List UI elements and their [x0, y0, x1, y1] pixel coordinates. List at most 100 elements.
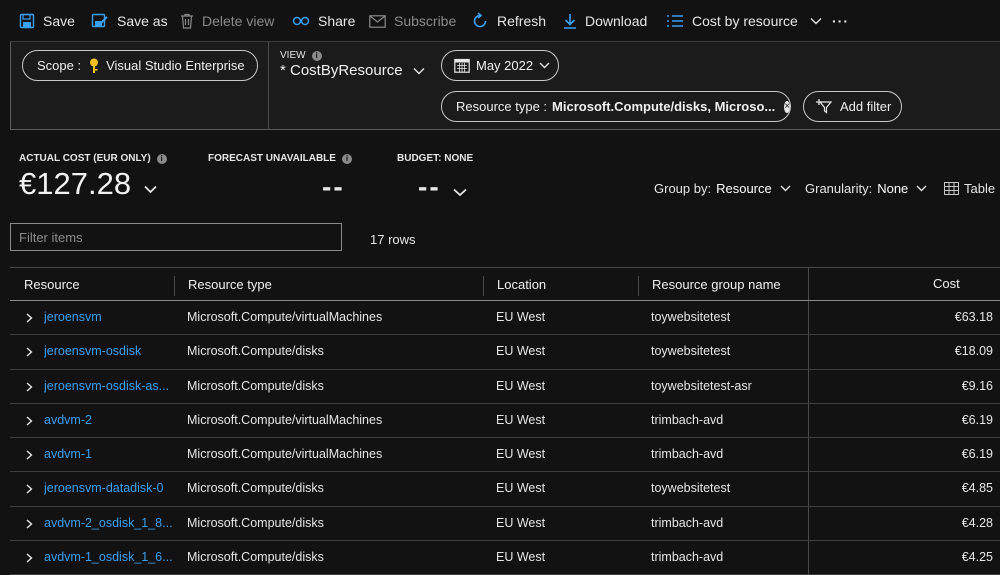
granularity-dropdown[interactable]: Granularity: None — [805, 181, 927, 196]
column-header-resource-type[interactable]: Resource type — [188, 268, 272, 300]
cost-cell: €9.16 — [961, 378, 993, 393]
cost-cell: €6.19 — [961, 447, 993, 462]
row-count: 17 rows — [370, 232, 416, 247]
resource-name-link[interactable]: avdvm-1_osdisk_1_6... — [44, 541, 172, 574]
group-by-dropdown[interactable]: Group by: Resource — [654, 181, 791, 196]
column-header-cost[interactable]: Cost — [933, 268, 960, 300]
column-header-resource-group[interactable]: Resource group name — [652, 268, 781, 300]
chevron-down-icon — [413, 67, 425, 74]
remove-filter-icon[interactable]: × — [784, 100, 791, 113]
table-row[interactable]: jeroensvm-osdisk Microsoft.Compute/disks E… — [10, 335, 1000, 370]
table-row[interactable]: avdvm-2 Microsoft.Compute/virtualMachines… — [10, 403, 1000, 439]
budget-label: BUDGET: NONE — [397, 153, 473, 164]
scope-pill[interactable]: Scope : Visual Studio Enterprise — [22, 50, 258, 81]
command-bar: Save Save as Delete view Share Subscribe… — [0, 0, 1000, 42]
resource-type-cell: Microsoft.Compute/virtualMachines — [187, 310, 383, 324]
forecast-label-text: FORECAST UNAVAILABLE — [208, 153, 336, 164]
column-header-resource[interactable]: Resource — [24, 268, 80, 300]
chevron-right-icon[interactable] — [26, 519, 33, 529]
resource-type-filter-pill[interactable]: Resource type : Microsoft.Compute/disks,… — [441, 91, 791, 122]
chevron-right-icon[interactable] — [26, 382, 33, 392]
location-cell: EU West — [496, 412, 546, 427]
resource-name-link[interactable]: avdvm-1 — [44, 438, 172, 471]
chevron-right-icon[interactable] — [26, 313, 33, 323]
resource-type-cell: Microsoft.Compute/disks — [187, 550, 324, 565]
subscribe-button[interactable]: Subscribe — [369, 0, 456, 42]
download-button[interactable]: Download — [563, 0, 647, 42]
actual-cost-label: ACTUAL COST (EUR ONLY) i — [19, 153, 167, 164]
resource-name-link[interactable]: jeroensvm-osdisk — [44, 335, 172, 368]
resource-name-link[interactable]: jeroensvm-datadisk-0 — [44, 472, 172, 505]
refresh-button[interactable]: Refresh — [471, 0, 546, 42]
add-filter-button[interactable]: Add filter — [803, 91, 902, 122]
save-label: Save — [43, 13, 75, 29]
resource-group-cell: trimbach-avd — [651, 447, 724, 462]
resource-name-link[interactable]: avdvm-2 — [44, 404, 172, 437]
table-row[interactable]: jeroensvm Microsoft.Compute/virtualMachin… — [10, 301, 1000, 336]
location-cell: EU West — [496, 515, 546, 530]
chevron-right-icon[interactable] — [26, 347, 33, 357]
group-by-value: Resource — [716, 181, 772, 196]
chevron-down-icon — [539, 62, 550, 69]
table-row[interactable]: avdvm-1 Microsoft.Compute/virtualMachines… — [10, 438, 1000, 473]
cost-table: Resource Resource type Location Resource… — [10, 267, 1000, 575]
column-divider — [808, 369, 809, 403]
forecast-label: FORECAST UNAVAILABLE i — [208, 153, 352, 164]
chevron-right-icon[interactable] — [26, 484, 33, 495]
info-icon: i — [311, 50, 322, 61]
cost-cell: €4.25 — [961, 550, 993, 565]
date-picker-pill[interactable]: May 2022 — [441, 50, 559, 81]
resource-group-cell: toywebsitetest — [651, 344, 731, 359]
chevron-right-icon[interactable] — [26, 416, 33, 426]
filter-items-input[interactable] — [10, 223, 342, 251]
table-label: Table — [964, 181, 996, 196]
table-row[interactable]: jeroensvm-osdisk-as... Microsoft.Compute/… — [10, 369, 1000, 404]
resource-group-cell: trimbach-avd — [651, 412, 724, 427]
budget-label-text: BUDGET: NONE — [397, 153, 474, 164]
more-options-button[interactable]: ··· — [832, 0, 849, 42]
more-icon: ··· — [832, 13, 849, 29]
share-label: Share — [318, 13, 356, 29]
share-button[interactable]: Share — [292, 0, 355, 42]
actual-cost-amount: €127.28 — [19, 166, 132, 201]
resource-name-link[interactable]: avdvm-2_osdisk_1_8... — [44, 507, 172, 540]
actual-cost-value[interactable]: €127.28 — [19, 166, 157, 202]
table-row[interactable]: avdvm-1_osdisk_1_6... Microsoft.Compute/d… — [10, 541, 1000, 575]
info-icon: i — [156, 153, 167, 164]
resource-name-link[interactable]: jeroensvm — [44, 301, 172, 334]
resource-name-link[interactable]: jeroensvm-osdisk-as... — [44, 370, 172, 403]
delete-view-button[interactable]: Delete view — [180, 0, 274, 42]
resource-type-value: Microsoft.Compute/disks, Microso... — [552, 99, 776, 114]
chevron-right-icon[interactable] — [26, 553, 33, 563]
calendar-icon — [454, 58, 470, 73]
column-divider — [808, 438, 809, 472]
cost-by-resource-dropdown[interactable]: Cost by resource — [666, 0, 822, 42]
resource-type-cell: Microsoft.Compute/disks — [187, 481, 324, 496]
column-divider — [808, 472, 809, 506]
table-view-toggle[interactable]: Table — [944, 181, 995, 196]
chevron-right-icon[interactable] — [26, 450, 33, 460]
location-cell: EU West — [496, 344, 546, 359]
column-divider[interactable] — [483, 276, 484, 296]
table-row[interactable]: avdvm-2_osdisk_1_8... Microsoft.Compute/d… — [10, 506, 1000, 542]
scope-value: Visual Studio Enterprise — [106, 58, 245, 73]
chevron-down-icon[interactable] — [453, 188, 467, 197]
chevron-down-icon — [144, 185, 157, 194]
column-header-location[interactable]: Location — [497, 268, 546, 300]
view-label: VIEW i — [280, 50, 322, 61]
view-name-text: * CostByResource — [280, 62, 403, 79]
cost-cell: €6.19 — [961, 412, 993, 427]
save-button[interactable]: Save — [19, 0, 75, 42]
cost-by-resource-label: Cost by resource — [692, 13, 798, 29]
column-divider[interactable] — [808, 268, 809, 300]
table-icon — [944, 182, 959, 195]
save-icon — [19, 13, 35, 29]
column-divider[interactable] — [174, 276, 175, 296]
resource-type-cell: Microsoft.Compute/virtualMachines — [187, 412, 383, 427]
table-header: Resource Resource type Location Resource… — [10, 267, 1000, 301]
column-divider[interactable] — [638, 276, 639, 296]
table-row[interactable]: jeroensvm-datadisk-0 Microsoft.Compute/di… — [10, 472, 1000, 507]
view-selector[interactable]: * CostByResource — [280, 62, 425, 79]
save-as-button[interactable]: Save as — [91, 0, 168, 42]
cost-cell: €4.28 — [961, 515, 993, 530]
